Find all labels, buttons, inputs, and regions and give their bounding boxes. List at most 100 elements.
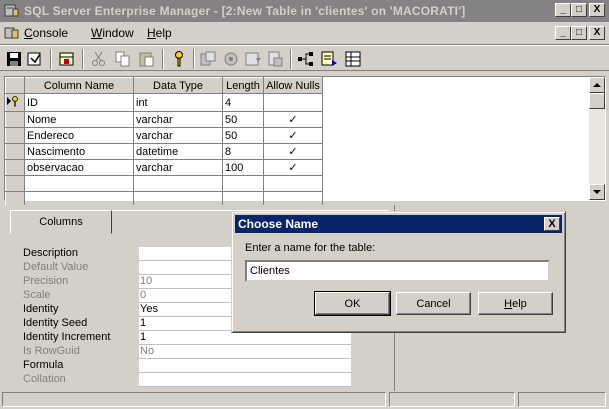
header-column-name[interactable]: Column Name — [24, 77, 134, 94]
generate-script-icon[interactable] — [320, 50, 338, 68]
row-header[interactable] — [5, 111, 25, 128]
status-panel-2 — [389, 392, 515, 407]
copy-icon[interactable] — [114, 50, 132, 68]
toolbar-separator — [193, 49, 195, 69]
choose-name-dialog: Choose Name X Enter a name for the table… — [231, 211, 566, 333]
row-header[interactable] — [5, 143, 25, 160]
manage-triggers-icon[interactable] — [266, 50, 284, 68]
table-design-icon[interactable] — [58, 50, 76, 68]
menu-help[interactable]: Help — [147, 26, 172, 40]
tab-columns[interactable]: Columns — [10, 210, 112, 234]
cell-column-name[interactable]: Endereco — [24, 127, 134, 144]
dialog-titlebar[interactable]: Choose Name X — [235, 215, 562, 233]
column-grid: Column Name Data Type Length Allow Nulls… — [5, 77, 323, 208]
toolbar-separator — [162, 49, 164, 69]
window-titlebar[interactable]: SQL Server Enterprise Manager - [2:New T… — [0, 0, 609, 22]
row-header[interactable] — [5, 175, 25, 192]
property-row[interactable]: Is RowGuid No — [18, 345, 352, 359]
cell-length[interactable] — [222, 175, 264, 192]
cell-allow-nulls[interactable]: ✓ — [263, 127, 323, 144]
property-value[interactable] — [139, 373, 351, 387]
primary-key-icon[interactable] — [170, 50, 188, 68]
manage-indexes-icon[interactable] — [199, 50, 217, 68]
cancel-button[interactable]: Cancel — [396, 292, 471, 315]
header-length[interactable]: Length — [222, 77, 264, 94]
cell-length[interactable]: 50 — [222, 127, 264, 144]
manage-relationships-icon[interactable] — [222, 50, 240, 68]
cell-data-type[interactable]: varchar — [133, 111, 223, 128]
cell-length[interactable]: 100 — [222, 159, 264, 176]
cell-data-type[interactable] — [133, 175, 223, 192]
grid-view-icon[interactable] — [344, 50, 362, 68]
ok-button[interactable]: OK — [314, 291, 391, 316]
cut-icon[interactable] — [90, 50, 108, 68]
cell-allow-nulls[interactable] — [263, 93, 323, 112]
cell-allow-nulls[interactable]: ✓ — [263, 143, 323, 160]
grid-header-row: Column Name Data Type Length Allow Nulls — [5, 77, 323, 94]
column-grid-pane: Column Name Data Type Length Allow Nulls… — [4, 76, 606, 208]
property-label: Precision — [23, 275, 69, 287]
minimize-button[interactable]: _ — [555, 3, 571, 17]
cell-data-type[interactable]: datetime — [133, 143, 223, 160]
close-button[interactable]: X — [589, 3, 605, 17]
row-header[interactable] — [5, 93, 25, 112]
header-allow-nulls[interactable]: Allow Nulls — [263, 77, 323, 94]
cell-length[interactable]: 50 — [222, 111, 264, 128]
arrow-down-icon — [593, 190, 601, 194]
window-title: SQL Server Enterprise Manager - [2:New T… — [24, 4, 466, 18]
property-value[interactable] — [139, 359, 351, 373]
cell-column-name[interactable] — [24, 175, 134, 192]
child-close-button[interactable]: X — [589, 26, 605, 40]
cell-data-type[interactable]: int — [133, 93, 223, 112]
hierarchy-icon[interactable] — [297, 50, 315, 68]
cell-column-name[interactable]: Nome — [24, 111, 134, 128]
scroll-down-button[interactable] — [589, 184, 605, 200]
save-icon[interactable] — [5, 50, 23, 68]
dialog-close-button[interactable]: X — [544, 217, 560, 231]
table-row[interactable]: Endereco varchar 50 ✓ — [5, 127, 323, 144]
current-row-key-icon — [7, 96, 18, 107]
cell-allow-nulls[interactable]: ✓ — [263, 111, 323, 128]
cell-data-type[interactable]: varchar — [133, 159, 223, 176]
cell-length[interactable]: 4 — [222, 93, 264, 112]
cell-column-name[interactable]: observacao — [24, 159, 134, 176]
scroll-up-button[interactable] — [589, 77, 605, 93]
table-row[interactable]: ID int 4 — [5, 93, 323, 112]
property-label: Formula — [23, 359, 64, 371]
child-restore-button[interactable]: □ — [571, 26, 587, 40]
cell-allow-nulls[interactable] — [263, 175, 323, 192]
enterprise-manager-icon — [4, 4, 19, 17]
menu-console[interactable]: Console — [24, 26, 68, 40]
property-row[interactable]: Formula — [18, 359, 352, 373]
grid-vertical-scrollbar[interactable] — [589, 77, 605, 200]
row-header[interactable] — [5, 127, 25, 144]
mdi-child-icon[interactable] — [4, 25, 20, 41]
cell-column-name[interactable]: ID — [24, 93, 134, 112]
toolbar-separator — [50, 49, 52, 69]
properties-icon[interactable] — [26, 50, 44, 68]
help-button[interactable]: Help — [478, 292, 553, 315]
cell-data-type[interactable]: varchar — [133, 127, 223, 144]
header-data-type[interactable]: Data Type — [133, 77, 223, 94]
status-panel-3 — [518, 392, 606, 407]
property-row[interactable]: Collation — [18, 373, 352, 387]
property-label: Collation — [23, 373, 66, 385]
cell-column-name[interactable]: Nascimento — [24, 143, 134, 160]
scroll-thumb[interactable] — [589, 93, 605, 109]
child-minimize-button[interactable]: _ — [555, 26, 571, 40]
paste-icon[interactable] — [138, 50, 156, 68]
menu-window[interactable]: Window — [91, 26, 134, 40]
table-row[interactable]: observacao varchar 100 ✓ — [5, 159, 323, 176]
property-value[interactable]: No — [139, 345, 351, 359]
maximize-button[interactable]: □ — [571, 3, 587, 17]
row-header[interactable] — [5, 159, 25, 176]
table-row[interactable]: Nascimento datetime 8 ✓ — [5, 143, 323, 160]
property-row[interactable]: Identity Increment 1 — [18, 331, 352, 345]
cell-allow-nulls[interactable]: ✓ — [263, 159, 323, 176]
property-value[interactable]: 1 — [139, 331, 351, 345]
table-name-input[interactable] — [245, 260, 550, 282]
table-row-empty[interactable] — [5, 175, 323, 192]
cell-length[interactable]: 8 — [222, 143, 264, 160]
table-row[interactable]: Nome varchar 50 ✓ — [5, 111, 323, 128]
manage-constraints-icon[interactable] — [244, 50, 262, 68]
